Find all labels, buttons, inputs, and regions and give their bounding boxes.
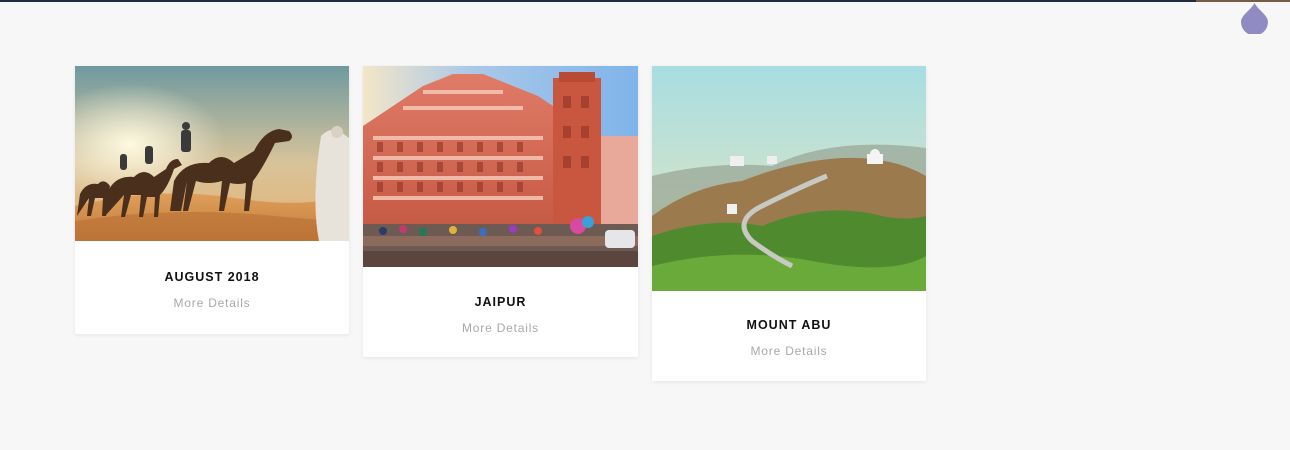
gallery-card-august-2018[interactable]: AUGUST 2018 More Details xyxy=(75,66,349,334)
top-border-bar xyxy=(0,0,1290,2)
gallery-card-mount-abu[interactable]: MOUNT ABU More Details xyxy=(652,66,926,381)
more-details-link[interactable]: More Details xyxy=(363,321,638,335)
card-title: JAIPUR xyxy=(474,295,527,309)
gallery-card-jaipur[interactable]: JAIPUR More Details xyxy=(363,66,638,357)
more-details-link[interactable]: More Details xyxy=(652,344,926,358)
card-title: AUGUST 2018 xyxy=(164,270,260,284)
hawa-mahal-photo[interactable] xyxy=(363,66,638,267)
more-details-link[interactable]: More Details xyxy=(75,296,349,310)
mountain-road-photo[interactable] xyxy=(652,66,926,291)
camel-desert-photo[interactable] xyxy=(75,66,349,241)
drop-icon[interactable] xyxy=(1240,2,1269,34)
card-title: MOUNT ABU xyxy=(746,318,832,332)
